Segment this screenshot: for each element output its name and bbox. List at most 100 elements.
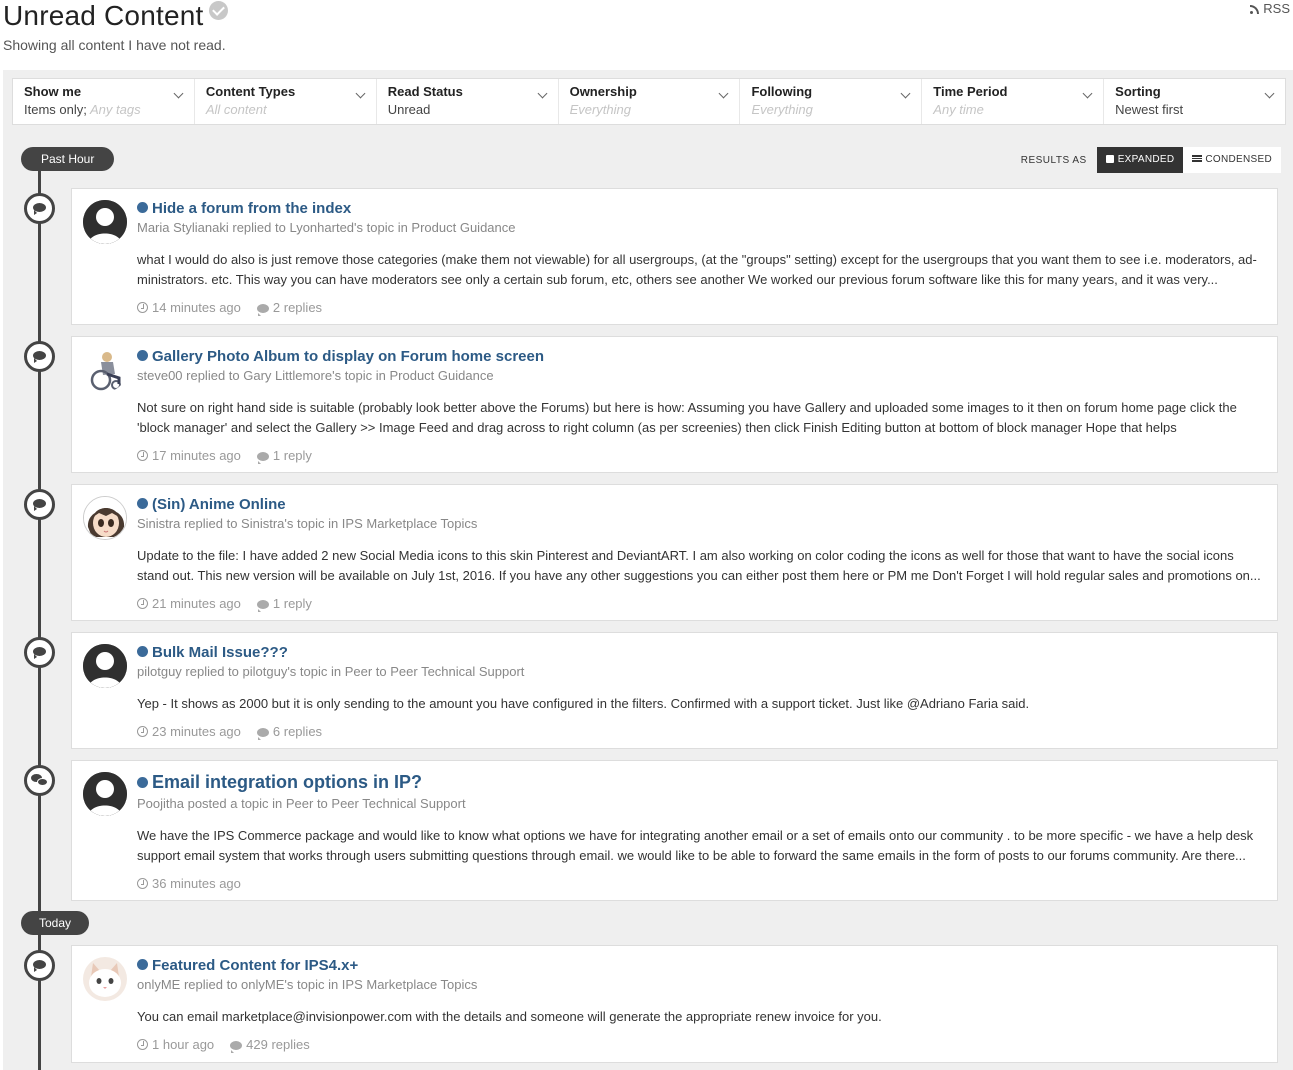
item-content: Bulk Mail Issue??? pilotguy replied to p… <box>137 633 1262 740</box>
item-meta: Poojitha posted a topic in Peer to Peer … <box>137 796 466 811</box>
filter-value: Unread <box>387 102 431 117</box>
topic-marker-icon <box>24 765 55 796</box>
comment-icon <box>230 1041 243 1053</box>
item-snippet: We have the IPS Commerce package and wou… <box>137 828 1254 863</box>
list-item: Bulk Mail Issue??? pilotguy replied to p… <box>71 632 1278 749</box>
item-meta: pilotguy replied to pilotguy's topic in … <box>137 664 525 679</box>
rss-link[interactable]: RSS <box>1250 1 1290 16</box>
filter-title: Following <box>751 84 813 99</box>
filter-ownership[interactable]: Ownership Everything <box>559 79 741 124</box>
filter-value: Items only; Any tags <box>24 102 184 117</box>
filter-sorting[interactable]: Sorting Newest first <box>1104 79 1285 124</box>
item-time-text: 14 minutes ago <box>152 300 241 315</box>
item-time-text: 36 minutes ago <box>152 876 241 891</box>
clock-icon <box>137 302 148 313</box>
page-subtitle: Showing all content I have not read. <box>3 37 226 53</box>
item-meta: onlyME replied to onlyME's topic in IPS … <box>137 977 478 992</box>
filter-content-types[interactable]: Content Types All content <box>195 79 377 124</box>
avatar-wheelchair-icon <box>83 348 127 392</box>
filter-show-me[interactable]: Show me Items only; Any tags <box>13 79 195 124</box>
item-stats: 21 minutes ago 1 reply <box>137 596 1262 612</box>
filter-title: Read Status <box>387 84 463 99</box>
item-time: 14 minutes ago <box>137 300 241 315</box>
timeline-line <box>38 170 41 1070</box>
expanded-label: EXPANDED <box>1117 154 1175 165</box>
item-replies[interactable]: 1 reply <box>256 596 312 612</box>
item-title[interactable]: Email integration options in IP? <box>137 772 1262 793</box>
avatar[interactable] <box>83 348 127 392</box>
list-item: (Sin) Anime Online Sinistra replied to S… <box>71 484 1278 621</box>
clock-icon <box>137 878 148 889</box>
filter-title: Ownership <box>569 84 637 99</box>
item-content: (Sin) Anime Online Sinistra replied to S… <box>137 485 1262 612</box>
avatar[interactable] <box>83 957 127 1001</box>
clock-icon <box>137 598 148 609</box>
item-content: Hide a forum from the index Maria Stylia… <box>137 189 1262 316</box>
filter-following[interactable]: Following Everything <box>740 79 923 124</box>
item-replies[interactable]: 6 replies <box>256 724 323 740</box>
avatar[interactable] <box>83 496 127 540</box>
item-replies[interactable]: 2 replies <box>256 300 323 316</box>
item-snippet: Yep - It shows as 2000 but it is only se… <box>137 696 1030 711</box>
avatar[interactable] <box>83 200 127 244</box>
condensed-view-button[interactable]: CONDENSED <box>1183 147 1281 173</box>
clock-icon <box>137 1039 148 1050</box>
item-time: 1 hour ago <box>137 1037 214 1052</box>
item-content: Gallery Photo Album to display on Forum … <box>137 337 1262 464</box>
avatar[interactable] <box>83 644 127 688</box>
comment-icon <box>33 351 46 363</box>
filter-time-period[interactable]: Time Period Any time <box>922 79 1105 124</box>
user-silhouette-icon <box>83 644 127 688</box>
comments-icon-back <box>37 778 48 786</box>
comment-marker-icon <box>24 950 55 981</box>
comment-marker-icon <box>24 193 55 224</box>
filter-value: Any time <box>933 102 984 117</box>
item-title[interactable]: Gallery Photo Album to display on Forum … <box>137 348 1262 365</box>
item-title-text[interactable]: Featured Content for IPS4.x+ <box>152 957 358 974</box>
item-time: 36 minutes ago <box>137 876 241 891</box>
period-label-today: Today <box>21 911 90 935</box>
item-time-text: 17 minutes ago <box>152 448 241 463</box>
page-title: Unread Content <box>3 0 229 32</box>
item-title-text[interactable]: Hide a forum from the index <box>152 200 351 217</box>
item-time: 21 minutes ago <box>137 596 241 611</box>
item-title-text[interactable]: (Sin) Anime Online <box>152 496 286 513</box>
item-content: Featured Content for IPS4.x+ onlyME repl… <box>137 946 1262 1053</box>
item-time: 23 minutes ago <box>137 724 241 739</box>
item-replies[interactable]: 429 replies <box>230 1037 310 1053</box>
item-title[interactable]: Hide a forum from the index <box>137 200 1262 217</box>
unread-dot-icon <box>137 777 148 788</box>
avatar[interactable] <box>83 772 127 816</box>
item-replies-text: 429 replies <box>246 1037 310 1052</box>
expanded-view-button[interactable]: EXPANDED <box>1096 147 1184 173</box>
item-title-text[interactable]: Email integration options in IP? <box>152 772 422 792</box>
unread-dot-icon <box>137 498 148 509</box>
item-title[interactable]: (Sin) Anime Online <box>137 496 1262 513</box>
item-title-text[interactable]: Bulk Mail Issue??? <box>152 644 288 661</box>
item-title[interactable]: Bulk Mail Issue??? <box>137 644 1262 661</box>
item-title[interactable]: Featured Content for IPS4.x+ <box>137 957 1262 974</box>
filter-title: Sorting <box>1115 84 1161 99</box>
comment-icon <box>256 728 269 740</box>
item-snippet: Update to the file: I have added 2 new S… <box>137 548 1261 583</box>
item-content: Email integration options in IP? Poojith… <box>137 761 1262 891</box>
comment-icon <box>256 304 269 316</box>
item-replies-text: 1 reply <box>272 448 312 463</box>
item-stats: 17 minutes ago 1 reply <box>137 448 1262 464</box>
item-replies[interactable]: 1 reply <box>256 448 312 464</box>
avatar-cat-icon <box>83 957 127 1001</box>
clock-icon <box>137 726 148 737</box>
results-as-label: RESULTS AS <box>1020 154 1087 166</box>
square-icon <box>1105 155 1114 163</box>
comment-icon <box>256 452 269 464</box>
item-time: 17 minutes ago <box>137 448 241 463</box>
main-content: Show me Items only; Any tags Content Typ… <box>3 70 1293 1070</box>
filter-title: Show me <box>24 84 82 99</box>
item-replies-text: 6 replies <box>272 724 323 739</box>
filter-read-status[interactable]: Read Status Unread <box>377 79 559 124</box>
filter-title: Time Period <box>933 84 1008 99</box>
item-title-text[interactable]: Gallery Photo Album to display on Forum … <box>152 348 544 365</box>
item-replies-text: 2 replies <box>272 300 323 315</box>
item-meta: Maria Stylianaki replied to Lyonharted's… <box>137 220 516 235</box>
filter-value-text: Items only; <box>24 102 87 117</box>
